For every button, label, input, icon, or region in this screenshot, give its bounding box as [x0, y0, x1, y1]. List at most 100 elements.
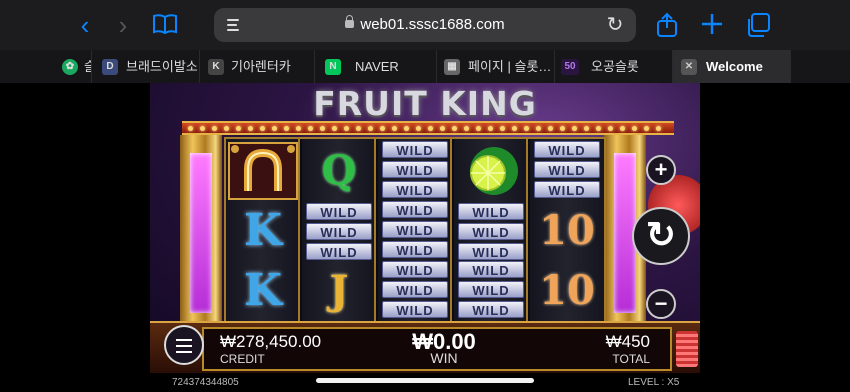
marquee-bulb	[272, 126, 277, 131]
wild-symbol: WILD	[382, 161, 448, 178]
horseshoe-symbol-icon	[226, 141, 300, 201]
tab-favicon-icon: ✿	[62, 59, 78, 75]
menu-button[interactable]	[164, 325, 204, 365]
marquee-bulb	[440, 126, 445, 131]
tabs-overview-icon[interactable]	[745, 12, 771, 38]
tab-label: NAVER	[355, 59, 399, 74]
marquee-bulb	[452, 126, 457, 131]
share-icon[interactable]	[655, 12, 679, 38]
symbol-j: J	[329, 267, 349, 314]
spin-button[interactable]: ↻	[632, 207, 690, 265]
wild-symbol: WILD	[382, 241, 448, 258]
marquee-bulb	[320, 126, 325, 131]
marquee-bulb	[296, 126, 301, 131]
wild-stack: WILD WILD WILD	[454, 201, 528, 261]
bet-increase-button[interactable]: +	[646, 155, 676, 185]
tab-bar: ✿ 슬 D 브래드이발소… K 기아렌터카 N NAVER ▦ 페이지 | 슬롯…	[0, 50, 850, 83]
close-tab-icon[interactable]: ✕	[681, 59, 697, 75]
wild-stack: WILD WILD WILD	[454, 261, 528, 321]
hamburger-icon	[176, 339, 192, 341]
wild-symbol: WILD	[306, 203, 372, 220]
wild-stack: WILD WILD WILD	[530, 141, 604, 201]
symbol-k: K	[243, 205, 283, 256]
marquee-bulb	[416, 126, 421, 131]
credit-label: CREDIT	[220, 352, 265, 366]
tab-7-active[interactable]: ✕ Welcome	[673, 50, 791, 83]
session-id: 724374344805	[172, 377, 239, 388]
marquee-lights	[182, 121, 674, 135]
symbol-q: Q	[321, 147, 357, 194]
tab-2[interactable]: D 브래드이발소…	[92, 50, 200, 83]
lime-symbol-icon	[454, 141, 528, 201]
marquee-bulb	[548, 126, 553, 131]
marquee-bulb	[308, 126, 313, 131]
marquee-bulb	[476, 126, 481, 131]
wild-symbol: WILD	[458, 281, 524, 298]
browser-toolbar: ‹ › web01.sssc1688.com ↻	[0, 0, 850, 50]
right-decoration	[676, 331, 698, 367]
home-indicator[interactable]	[316, 378, 534, 383]
tab-6[interactable]: 50 오공슬롯	[555, 50, 673, 83]
tab-label: 페이지 | 슬롯…	[468, 59, 552, 74]
marquee-bulb	[488, 126, 493, 131]
tab-3[interactable]: K 기아렌터카	[200, 50, 315, 83]
marquee-bulb	[404, 126, 409, 131]
wild-symbol: WILD	[458, 261, 524, 278]
wild-stack: WILD WILD WILD	[378, 141, 452, 201]
tab-5[interactable]: ▦ 페이지 | 슬롯…	[437, 50, 555, 83]
marquee-bulb	[248, 126, 253, 131]
credit-value: ₩278,450.00	[220, 332, 322, 351]
wild-symbol: WILD	[382, 221, 448, 238]
marquee-bulb	[332, 126, 337, 131]
marquee-bulb	[560, 126, 565, 131]
bookmarks-icon[interactable]	[152, 13, 178, 35]
wild-stack: WILD WILD WILD	[302, 201, 376, 261]
marquee-bulb	[260, 126, 265, 131]
reload-icon[interactable]: ↻	[604, 14, 626, 36]
win-label: WIN	[430, 350, 458, 366]
reel-2: Q WILD WILD WILD J	[302, 139, 376, 321]
url-text: web01.sssc1688.com	[214, 8, 636, 42]
tab-label: Welcome	[706, 59, 763, 74]
marquee-bulb	[620, 126, 625, 131]
tab-1[interactable]: ✿ 슬	[36, 50, 92, 83]
wild-symbol: WILD	[382, 201, 448, 218]
wild-symbol: WILD	[458, 243, 524, 260]
marquee-bulb	[656, 126, 661, 131]
tab-label: 기아렌터카	[231, 59, 291, 74]
left-pillar	[180, 135, 222, 345]
marquee-bulb	[188, 126, 193, 131]
marquee-bulb	[596, 126, 601, 131]
new-tab-icon[interactable]	[700, 12, 724, 36]
address-bar[interactable]: web01.sssc1688.com ↻	[214, 8, 636, 42]
wild-symbol: WILD	[306, 223, 372, 240]
wild-symbol: WILD	[382, 281, 448, 298]
symbol-10: 10	[539, 267, 595, 314]
wild-symbol: WILD	[382, 301, 448, 318]
reel-4: WILD WILD WILD WILD WILD WILD	[454, 139, 528, 321]
tab-4[interactable]: N NAVER	[315, 50, 437, 83]
wild-symbol: WILD	[382, 181, 448, 198]
lock-icon	[345, 15, 355, 28]
tab-favicon-icon: K	[208, 59, 224, 75]
wild-symbol: WILD	[382, 261, 448, 278]
wild-symbol: WILD	[534, 161, 600, 178]
back-button[interactable]: ‹	[70, 10, 100, 40]
marquee-bulb	[500, 126, 505, 131]
game-canvas[interactable]: FRUIT KING K K Q WILD WILD WILD J WILD W…	[150, 83, 700, 373]
wild-symbol: WILD	[534, 181, 600, 198]
tab-favicon-icon: ▦	[444, 59, 460, 75]
tab-label: 슬	[84, 50, 91, 83]
url-value: web01.sssc1688.com	[360, 16, 505, 33]
marquee-bulb	[380, 126, 385, 131]
total-bet-label: TOTAL	[612, 352, 650, 366]
marquee-bulb	[608, 126, 613, 131]
marquee-bulb	[644, 126, 649, 131]
wild-stack: WILD WILD WILD	[378, 261, 452, 321]
wild-symbol: WILD	[306, 243, 372, 260]
bet-decrease-button[interactable]: −	[646, 289, 676, 319]
symbol-10: 10	[539, 207, 595, 254]
forward-button[interactable]: ›	[108, 10, 138, 40]
marquee-bulb	[392, 126, 397, 131]
wild-symbol: WILD	[458, 301, 524, 318]
